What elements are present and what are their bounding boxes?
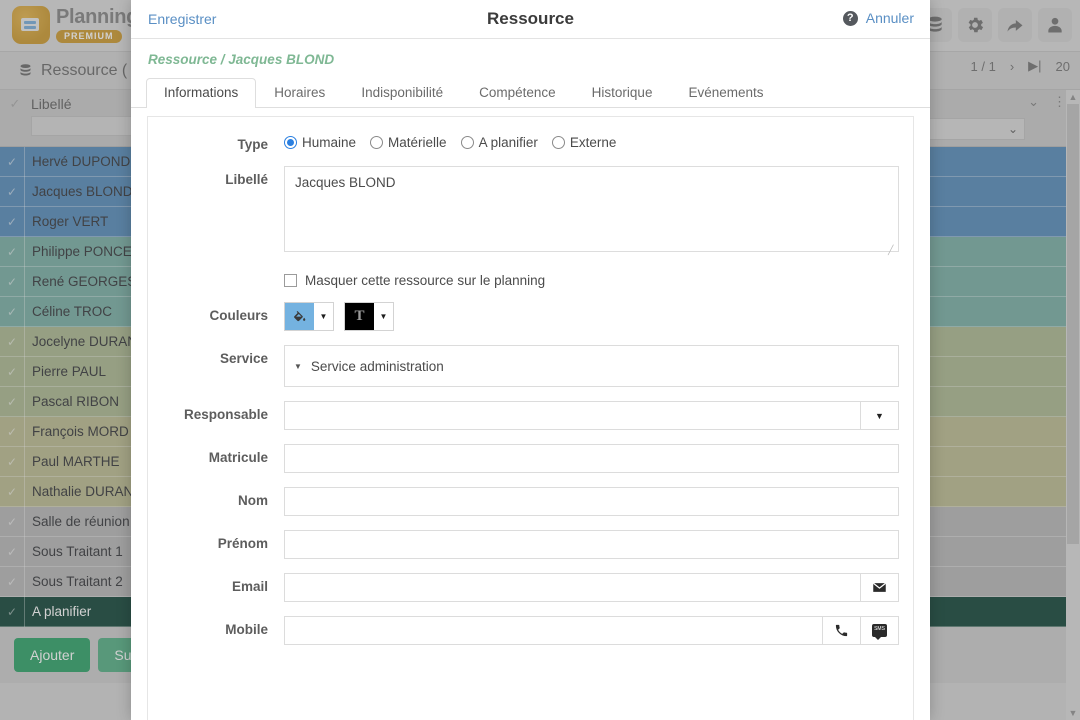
radio-indicator[interactable] — [461, 136, 474, 149]
libelle-textarea[interactable] — [284, 166, 899, 252]
radio-label: A planifier — [479, 135, 538, 150]
field-label-masquer-spacer — [162, 271, 284, 277]
radio-option-externe[interactable]: Externe — [552, 135, 617, 150]
tab-indisponibilite[interactable]: Indisponibilité — [343, 78, 461, 108]
field-label-service: Service — [162, 345, 284, 366]
radio-option-materielle[interactable]: Matérielle — [370, 135, 447, 150]
field-couleurs: Couleurs ▼ T — [148, 302, 913, 331]
modal-title: Ressource — [131, 9, 930, 29]
radio-label: Matérielle — [388, 135, 447, 150]
field-label-libelle: Libellé — [162, 166, 284, 187]
field-prenom: Prénom — [148, 530, 913, 559]
cancel-button[interactable]: Annuler — [866, 10, 914, 26]
field-type: Type Humaine Matérielle A pl — [148, 131, 913, 152]
tab-horaires[interactable]: Horaires — [256, 78, 343, 108]
field-libelle: Libellé ╱ — [148, 166, 913, 257]
email-input[interactable] — [284, 573, 861, 602]
radio-indicator[interactable] — [552, 136, 565, 149]
responsable-dropdown-button[interactable]: ▼ — [861, 401, 899, 430]
tab-informations[interactable]: Informations — [146, 78, 256, 108]
radio-label: Humaine — [302, 135, 356, 150]
informations-form: Type Humaine Matérielle A pl — [147, 116, 914, 720]
radio-label: Externe — [570, 135, 617, 150]
field-label-matricule: Matricule — [162, 444, 284, 465]
field-service: Service ▼ Service administration — [148, 345, 913, 387]
breadcrumb: Ressource / Jacques BLOND — [131, 39, 930, 77]
phone-icon[interactable] — [823, 616, 861, 645]
paint-bucket-icon[interactable] — [285, 303, 314, 330]
radio-option-a-planifier[interactable]: A planifier — [461, 135, 538, 150]
color-picker-group: ▼ T ▼ — [284, 302, 394, 331]
mobile-input[interactable] — [284, 616, 823, 645]
tab-competence[interactable]: Compétence — [461, 78, 574, 108]
resource-modal: Enregistrer Ressource ? Annuler Ressourc… — [131, 0, 930, 720]
radio-indicator[interactable] — [370, 136, 383, 149]
field-label-prenom: Prénom — [162, 530, 284, 551]
radio-indicator[interactable] — [284, 136, 297, 149]
field-mobile: Mobile SMS — [148, 616, 913, 645]
tab-historique[interactable]: Historique — [574, 78, 671, 108]
field-email: Email — [148, 573, 913, 602]
text-color-icon[interactable]: T — [345, 303, 374, 330]
field-label-email: Email — [162, 573, 284, 594]
field-matricule: Matricule — [148, 444, 913, 473]
field-responsable: Responsable ▼ — [148, 401, 913, 430]
field-label-mobile: Mobile — [162, 616, 284, 637]
service-value: Service administration — [311, 359, 444, 374]
help-icon[interactable]: ? — [843, 11, 858, 26]
responsable-input[interactable] — [284, 401, 861, 430]
field-label-couleurs: Couleurs — [162, 302, 284, 323]
prenom-input[interactable] — [284, 530, 899, 559]
chevron-down-icon[interactable]: ▼ — [314, 303, 333, 330]
masquer-checkbox-label: Masquer cette ressource sur le planning — [305, 273, 545, 288]
masquer-checkbox[interactable] — [284, 274, 297, 287]
tab-bar: Informations Horaires Indisponibilité Co… — [131, 77, 930, 108]
matricule-input[interactable] — [284, 444, 899, 473]
chevron-down-icon[interactable]: ▼ — [374, 303, 393, 330]
modal-header: Enregistrer Ressource ? Annuler — [131, 0, 930, 39]
fill-color-button[interactable]: ▼ — [284, 302, 334, 331]
nom-input[interactable] — [284, 487, 899, 516]
field-label-nom: Nom — [162, 487, 284, 508]
field-label-responsable: Responsable — [162, 401, 284, 422]
caret-down-icon[interactable]: ▼ — [294, 362, 302, 371]
service-tree-select[interactable]: ▼ Service administration — [284, 345, 899, 387]
field-nom: Nom — [148, 487, 913, 516]
sms-icon[interactable]: SMS — [861, 616, 899, 645]
masquer-checkbox-row[interactable]: Masquer cette ressource sur le planning — [284, 271, 545, 288]
envelope-icon[interactable] — [861, 573, 899, 602]
radio-option-humaine[interactable]: Humaine — [284, 135, 356, 150]
type-radio-group: Humaine Matérielle A planifier Exte — [284, 131, 623, 150]
field-masquer: Masquer cette ressource sur le planning — [148, 271, 913, 288]
text-color-button[interactable]: T ▼ — [344, 302, 394, 331]
tab-evenements[interactable]: Evénements — [670, 78, 781, 108]
field-label-type: Type — [162, 131, 284, 152]
